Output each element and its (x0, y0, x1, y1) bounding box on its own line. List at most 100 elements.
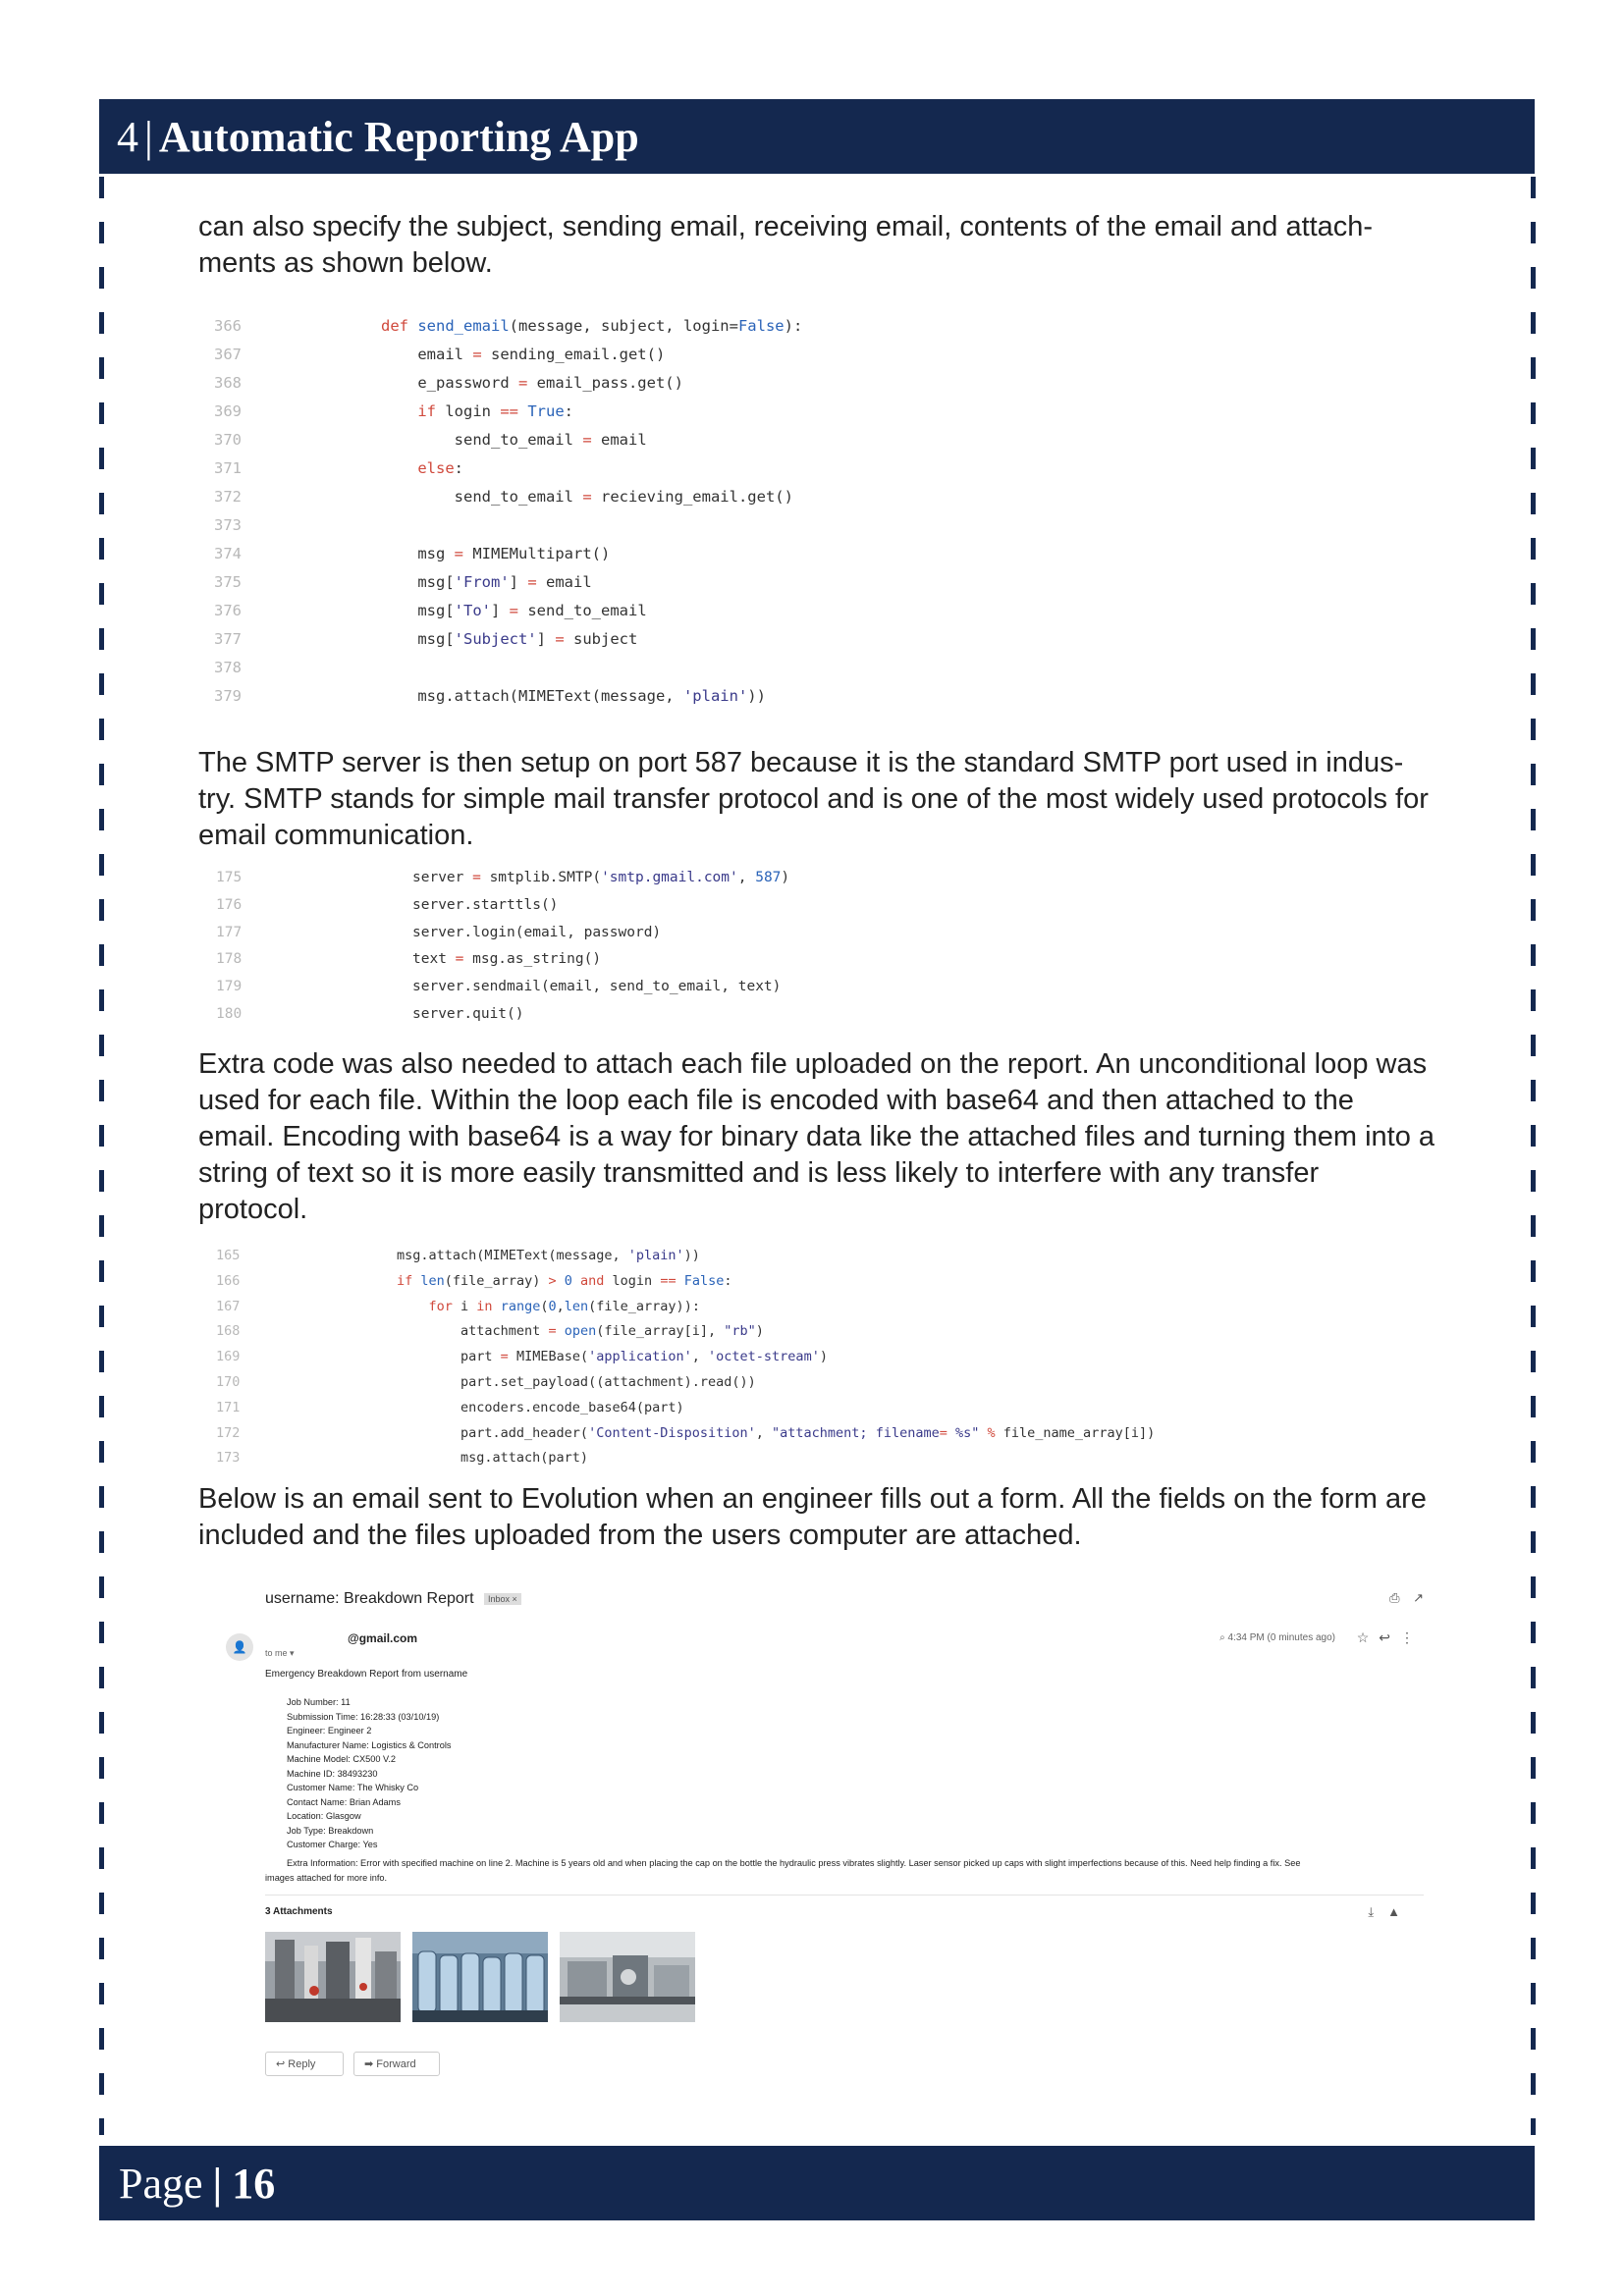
code-line-number: 368 (214, 374, 242, 392)
email-field: Engineer: Engineer 2 (287, 1726, 372, 1735)
code-line-number: 375 (214, 573, 242, 591)
code-line-number: 378 (214, 659, 242, 676)
code-line-number: 167 (216, 1298, 241, 1314)
code-line: part = MIMEBase('application', 'octet-st… (397, 1349, 828, 1365)
email-field: Customer Charge: Yes (287, 1840, 378, 1849)
email-divider (265, 1895, 1424, 1896)
extra-info-line: Extra Information: Error with specified … (287, 1858, 1301, 1868)
code-block-attach-files: 165 msg.attach(MIMEText(message, 'plain')… (216, 1248, 1296, 1473)
email-field: Job Type: Breakdown (287, 1825, 374, 1836)
code-line: msg.attach(part) (397, 1450, 589, 1467)
download-all-icon[interactable]: ⤓ (1368, 1904, 1387, 1919)
code-line: send_to_email = recieving_email.get() (381, 488, 793, 506)
reply-icon[interactable]: ↩ (1379, 1629, 1400, 1645)
code-line-number: 180 (216, 1006, 243, 1022)
footer-separator: | (212, 2159, 223, 2208)
code-line: server.sendmail(email, send_to_email, te… (412, 979, 782, 995)
attachment-thumbnail-1[interactable] (265, 1932, 401, 2022)
code-line-number: 169 (216, 1349, 241, 1365)
recipient-dropdown[interactable]: to me ▾ (265, 1648, 295, 1659)
sender-avatar: 👤 (226, 1633, 253, 1661)
chapter-title: Automatic Reporting App (158, 112, 639, 161)
print-icon[interactable]: ⎙ (1389, 1590, 1399, 1605)
code-line-number: 171 (216, 1399, 241, 1415)
code-line-number: 178 (216, 951, 243, 968)
code-line: msg.attach(MIMEText(message, 'plain')) (397, 1248, 700, 1263)
code-line: attachment = open(file_array[i], "rb") (397, 1323, 764, 1340)
email-field: Machine ID: 38493230 (287, 1768, 378, 1779)
bottles-photo (412, 1932, 548, 2022)
code-line: part.add_header('Content-Disposition', "… (397, 1424, 1156, 1441)
code-line-number: 173 (216, 1450, 241, 1467)
attachment-clip-icon: ⌕ (1219, 1632, 1225, 1643)
email-subject-text: username: Breakdown Report (265, 1590, 474, 1607)
email-field: Manufacturer Name: Logistics & Controls (287, 1739, 452, 1750)
star-icon[interactable]: ☆ (1357, 1629, 1380, 1645)
paragraph-intro: can also specify the subject, sending em… (198, 211, 1374, 279)
code-line-number: 176 (216, 896, 243, 913)
email-screenshot: username: Breakdown Report Inbox × ⎙ ↗ 👤… (226, 1571, 1424, 2101)
code-line-number: 177 (216, 924, 243, 940)
code-line-number: 175 (216, 870, 243, 885)
code-line: part.set_payload((attachment).read()) (397, 1374, 756, 1390)
code-line: msg['Subject'] = subject (381, 630, 638, 648)
code-line-number: 372 (214, 488, 242, 506)
code-line-number: 369 (214, 402, 242, 420)
left-dashed-border (99, 177, 104, 2135)
email-time-text: 4:34 PM (0 minutes ago) (1227, 1632, 1336, 1643)
save-to-drive-icon[interactable]: ▲ (1387, 1904, 1414, 1919)
email-field: Machine Model: CX500 V.2 (287, 1754, 396, 1764)
code-line-number: 170 (216, 1374, 241, 1390)
paragraph-email-example: Below is an email sent to Evolution when… (198, 1483, 1427, 1551)
email-fields: Job Number: 11 Submission Time: 16:28:33… (287, 1695, 451, 1852)
code-line: msg['From'] = email (381, 573, 592, 591)
sender-address: @gmail.com (348, 1631, 418, 1645)
email-field: Job Number: 11 (287, 1697, 351, 1707)
attachment-thumbnail-3[interactable] (560, 1932, 695, 2022)
production-line-photo (560, 1932, 695, 2022)
code-line-number: 165 (216, 1248, 241, 1263)
header-separator: | (144, 112, 153, 161)
paragraph-attachments: Extra code was also needed to attach eac… (198, 1048, 1435, 1225)
open-new-window-icon[interactable]: ↗ (1413, 1590, 1424, 1605)
extra-info-line: images attached for more info. (265, 1872, 388, 1883)
forward-button[interactable]: ➡ Forward (353, 2052, 440, 2076)
code-line-number: 370 (214, 431, 242, 449)
code-line-number: 376 (214, 602, 242, 619)
code-line: server.login(email, password) (412, 924, 662, 940)
email-field: Submission Time: 16:28:33 (03/10/19) (287, 1711, 440, 1722)
reply-button[interactable]: ↩ Reply (265, 2052, 344, 2076)
code-line: text = msg.as_string() (412, 951, 602, 968)
code-line: encoders.encode_base64(part) (397, 1399, 684, 1415)
code-line: email = sending_email.get() (381, 346, 666, 363)
email-top-icons: ⎙ ↗ (1389, 1590, 1424, 1606)
more-options-icon[interactable]: ⋮ (1400, 1629, 1424, 1645)
attachments-count: 3 Attachments (265, 1906, 333, 1917)
code-line: msg.attach(MIMEText(message, 'plain')) (381, 687, 766, 705)
email-actions: ☆↩⋮ (1357, 1629, 1424, 1646)
attachment-actions: ⤓▲ (1368, 1904, 1414, 1920)
reply-arrow-icon: ↩ (276, 2058, 286, 2070)
code-line: server.quit() (412, 1006, 524, 1022)
email-field: Contact Name: Brian Adams (287, 1796, 401, 1807)
code-line: send_to_email = email (381, 431, 647, 449)
right-dashed-border (1531, 177, 1536, 2135)
code-line-number: 367 (214, 346, 242, 363)
attachment-thumbnail-2[interactable] (412, 1932, 548, 2022)
code-line-number: 179 (216, 979, 243, 995)
code-line: e_password = email_pass.get() (381, 374, 683, 392)
code-line: msg = MIMEMultipart() (381, 545, 611, 562)
code-line-number: 377 (214, 630, 242, 648)
code-block-smtp-server: 175 server = smtplib.SMTP('smtp.gmail.com… (216, 870, 1296, 1037)
code-line: else: (417, 459, 463, 477)
reply-label: Reply (288, 2058, 316, 2070)
email-field: Customer Name: The Whisky Co (287, 1783, 419, 1792)
code-block-send-email: 366 def send_email(message, subject, logi… (214, 317, 1294, 710)
code-line-number: 166 (216, 1272, 241, 1289)
chapter-number: 4 (117, 112, 138, 161)
code-line: if len(file_array) > 0 and login == Fals… (397, 1272, 732, 1289)
inbox-label[interactable]: Inbox × (484, 1592, 521, 1605)
page-number: 16 (232, 2159, 276, 2208)
page-header: 4 | Automatic Reporting App (99, 99, 1535, 174)
code-line-number: 172 (216, 1424, 241, 1441)
